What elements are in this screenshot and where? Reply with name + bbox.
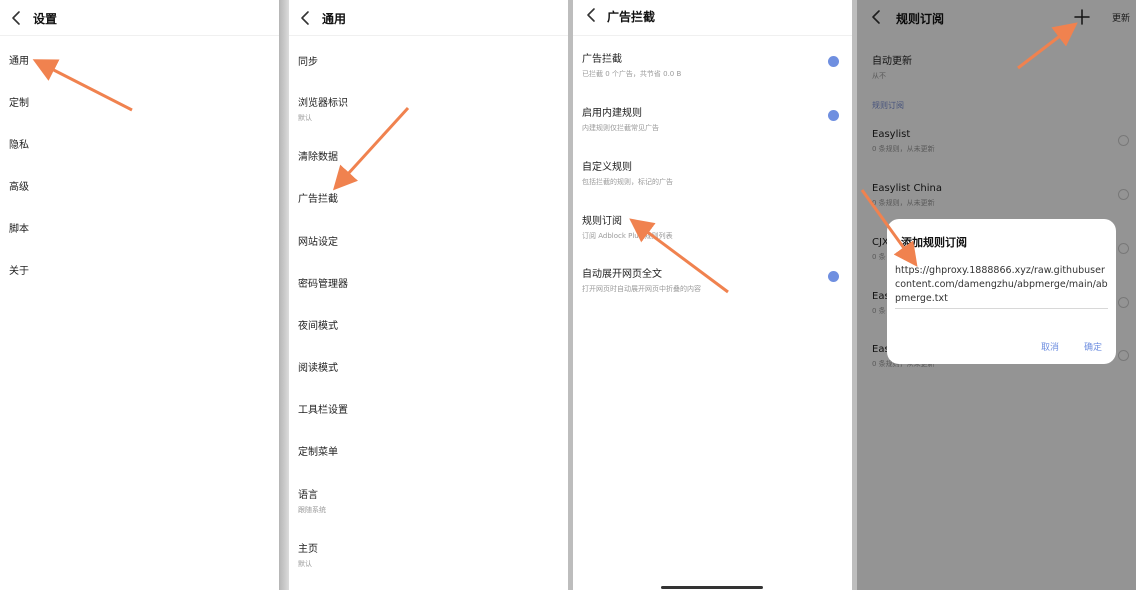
item-subtitle: 打开网页时自动展开网页中折叠的内容 (582, 285, 701, 293)
home-indicator (661, 586, 763, 589)
item-label: 夜间模式 (298, 321, 338, 332)
item-subtitle: 已拦截 0 个广告，共节省 0.0 B (582, 70, 682, 78)
item-subtitle: 内建规则仅拦截常见广告 (582, 124, 659, 132)
general-item-custom-menu[interactable]: 定制菜单 (298, 443, 338, 458)
item-label: 定制 (9, 98, 29, 109)
settings-header: 设置 (0, 0, 279, 36)
general-item-password-manager[interactable]: 密码管理器 (298, 275, 348, 290)
general-item-toolbar-settings[interactable]: 工具栏设置 (298, 401, 348, 416)
general-item-reading-mode[interactable]: 阅读模式 (298, 359, 338, 374)
settings-item-general[interactable]: 通用 (9, 52, 29, 67)
adblock-item-rule-subscription[interactable]: 规则订阅订阅 Adblock Plus 规则列表 (582, 212, 673, 241)
page-title: 通用 (322, 12, 347, 26)
general-item-adblock[interactable]: 广告拦截 (298, 190, 338, 205)
item-subtitle: 跟随系统 (298, 506, 326, 514)
item-subtitle: 订阅 Adblock Plus 规则列表 (582, 232, 673, 240)
back-icon[interactable] (297, 9, 315, 27)
item-label: 关于 (9, 266, 29, 277)
adblock-header: 广告拦截 (573, 0, 852, 36)
item-label: 定制菜单 (298, 447, 338, 458)
item-label: 自动展开网页全文 (582, 269, 662, 280)
settings-item-advanced[interactable]: 高级 (9, 178, 29, 193)
adblock-item-auto-expand[interactable]: 自动展开网页全文打开网页时自动展开网页中折叠的内容 (582, 265, 701, 294)
general-item-sync[interactable]: 同步 (298, 53, 318, 68)
back-icon[interactable] (583, 6, 601, 24)
settings-item-scripts[interactable]: 脚本 (9, 220, 29, 235)
item-label: 阅读模式 (298, 363, 338, 374)
settings-panel: 设置 通用 定制 隐私 高级 脚本 关于 (0, 0, 279, 590)
adblock-panel: 广告拦截 广告拦截已拦截 0 个广告，共节省 0.0 B 启用内建规则内建规则仅… (573, 0, 852, 590)
general-item-homepage[interactable]: 主页 默认 (298, 540, 318, 569)
item-label: 启用内建规则 (582, 108, 642, 119)
item-subtitle: 默认 (298, 560, 312, 568)
settings-item-customize[interactable]: 定制 (9, 94, 29, 109)
item-label: 语言 (298, 490, 318, 501)
dialog-title: 添加规则订阅 (901, 236, 967, 249)
general-item-language[interactable]: 语言 跟随系统 (298, 486, 326, 515)
general-item-site-settings[interactable]: 网站设定 (298, 233, 338, 248)
item-label: 广告拦截 (582, 54, 622, 65)
item-label: 高级 (9, 182, 29, 193)
item-label: 网站设定 (298, 237, 338, 248)
page-title: 广告拦截 (607, 10, 656, 24)
item-label: 广告拦截 (298, 194, 338, 205)
item-label: 工具栏设置 (298, 405, 348, 416)
rule-subscription-panel: 规则订阅 更新 自动更新 从不 规则订阅 Easylist 0 条规则，从未更新 E… (857, 0, 1136, 590)
settings-item-privacy[interactable]: 隐私 (9, 136, 29, 151)
page-title: 设置 (33, 12, 58, 26)
adblock-toggle-on[interactable] (828, 56, 839, 67)
general-item-night-mode[interactable]: 夜间模式 (298, 317, 338, 332)
general-header: 通用 (289, 0, 568, 36)
adblock-item-builtin-rules[interactable]: 启用内建规则内建规则仅拦截常见广告 (582, 104, 659, 133)
item-subtitle: 默认 (298, 114, 312, 122)
general-item-user-agent[interactable]: 浏览器标识 默认 (298, 94, 348, 123)
panel-divider (279, 0, 289, 590)
item-label: 自定义规则 (582, 162, 632, 173)
general-panel: 通用 同步 浏览器标识 默认 清除数据 广告拦截 网站设定 密码管理器 夜间模式 … (289, 0, 568, 590)
ok-button[interactable]: 确定 (1084, 340, 1102, 353)
adblock-item-toggle[interactable]: 广告拦截已拦截 0 个广告，共节省 0.0 B (582, 50, 681, 79)
item-label: 规则订阅 (582, 216, 622, 227)
item-label: 同步 (298, 57, 318, 68)
cancel-button[interactable]: 取消 (1041, 340, 1059, 353)
item-subtitle: 包括拦截的规则，标记的广告 (582, 178, 673, 186)
item-label: 清除数据 (298, 152, 338, 163)
general-item-clear-data[interactable]: 清除数据 (298, 148, 338, 163)
adblock-item-custom-rules[interactable]: 自定义规则包括拦截的规则，标记的广告 (582, 158, 673, 187)
item-label: 主页 (298, 544, 318, 555)
add-subscription-dialog: 添加规则订阅 https://ghproxy.1888866.xyz/raw.g… (887, 219, 1116, 364)
item-label: 脚本 (9, 224, 29, 235)
subscription-url-input[interactable]: https://ghproxy.1888866.xyz/raw.githubus… (895, 264, 1109, 306)
item-label: 浏览器标识 (298, 98, 348, 109)
builtin-rules-toggle-on[interactable] (828, 110, 839, 121)
settings-item-about[interactable]: 关于 (9, 262, 29, 277)
auto-expand-toggle-on[interactable] (828, 271, 839, 282)
item-label: 隐私 (9, 140, 29, 151)
back-icon[interactable] (8, 9, 26, 27)
item-label: 通用 (9, 56, 29, 67)
input-underline (895, 308, 1108, 309)
item-label: 密码管理器 (298, 279, 348, 290)
